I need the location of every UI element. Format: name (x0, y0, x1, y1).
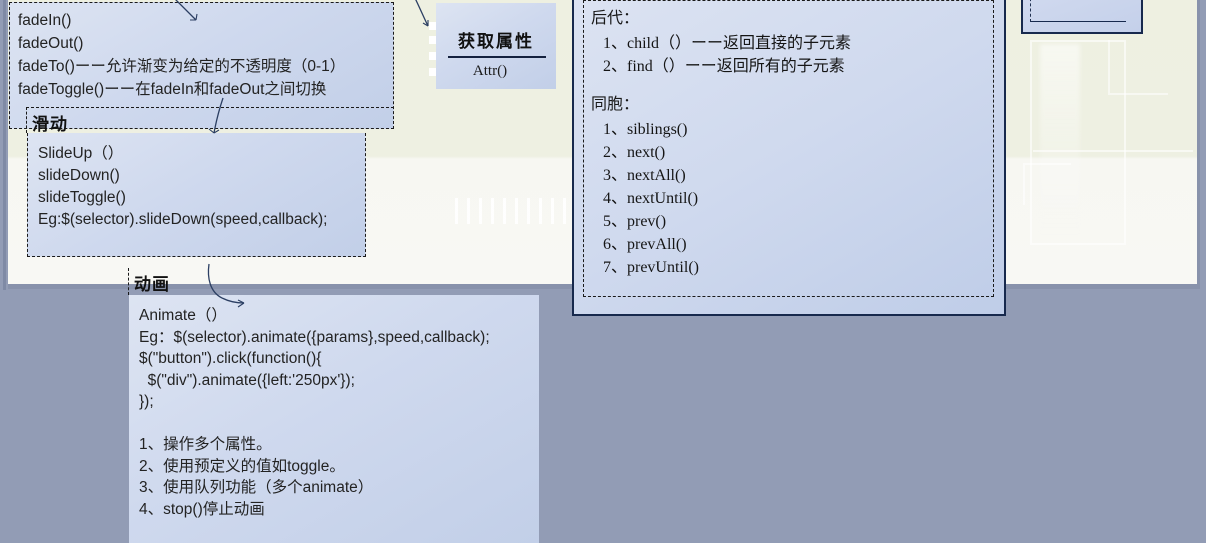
descendant-item-1: 1、child（）ーー返回直接的子元素 (603, 35, 851, 52)
anim-line-8: 2、使用预定义的值如toggle。 (139, 457, 345, 475)
slide-left-edge (0, 0, 8, 290)
dom-box-spacer (591, 78, 851, 92)
slide-line-3: slideToggle() (38, 189, 126, 206)
sibling-item-1: 1、siblings() (603, 121, 688, 138)
slide-effects-textbox[interactable]: SlideUp（） slideDown() slideToggle() Eg:$… (27, 133, 366, 257)
animation-section-heading-box[interactable]: 动画 (128, 268, 538, 295)
watermark-step-bottom (1023, 163, 1071, 205)
small-blue-shape[interactable] (1021, 0, 1143, 34)
siblings-label: 同胞： (591, 96, 640, 113)
watermark-step-top (1108, 40, 1168, 95)
slide-line-4: Eg:$(selector).slideDown(speed,callback)… (38, 211, 328, 228)
anim-line-6 (139, 413, 539, 435)
watermark-line (1033, 150, 1193, 152)
attr-box-subtitle: Attr() (472, 63, 508, 79)
fade-line-3: fadeTo()ーー允许渐变为给定的不透明度（0-1） (18, 58, 346, 75)
fade-line-4: fadeToggle()ーー在fadeIn和fadeOut之间切换 (18, 81, 327, 98)
watermark-glow (1040, 44, 1080, 234)
attr-box-title: 获取属性 (458, 32, 534, 51)
anim-line-2: Eg：$(selector).animate({params},speed,ca… (139, 328, 490, 346)
sibling-item-2: 2、next() (603, 144, 666, 161)
sibling-item-7: 7、prevUntil() (603, 259, 699, 276)
anim-line-7: 1、操作多个属性。 (139, 436, 272, 453)
sibling-item-4: 4、nextUntil() (603, 190, 699, 207)
small-blue-shape-outline (1030, 0, 1126, 22)
anim-line-9: 3、使用队列功能（多个animate） (139, 479, 374, 496)
anim-line-4: $("div").animate({left:'250px'}); (139, 371, 355, 389)
anim-line-5: }); (139, 393, 154, 410)
sibling-item-3: 3、nextAll() (603, 167, 686, 184)
slide-editor-canvas[interactable]: fadeIn() fadeOut() fadeTo()ーー允许渐变为给定的不透明… (0, 0, 1206, 543)
dom-traversal-box[interactable]: 后代： 1、child（）ーー返回直接的子元素 2、find（）ーー返回所有的子… (572, 0, 1006, 316)
slide-section-title: 滑动 (32, 115, 68, 134)
descendant-item-2: 2、find（）ーー返回所有的子元素 (603, 58, 845, 75)
watermark-bars (455, 198, 585, 224)
attr-box-divider (448, 56, 546, 58)
animation-section-title: 动画 (134, 275, 170, 294)
fade-line-2: fadeOut() (18, 35, 84, 52)
anim-line-3: $("button").click(function(){ (139, 350, 322, 367)
slide-line-1: SlideUp（） (38, 145, 124, 162)
slide-line-2: slideDown() (38, 167, 120, 184)
anim-line-1: Animate（） (139, 307, 227, 324)
sibling-item-5: 5、prev() (603, 213, 667, 230)
fade-line-1: fadeIn() (18, 12, 72, 29)
get-attribute-box[interactable]: 获取属性 Attr() (436, 3, 556, 89)
animation-textbox[interactable]: Animate（） Eg：$(selector).animate({params… (129, 295, 539, 543)
descendants-label: 后代： (591, 10, 640, 27)
anim-line-10: 4、stop()停止动画 (139, 500, 265, 518)
slide-section-heading-box[interactable]: 滑动 (26, 107, 394, 134)
sibling-item-6: 6、prevAll() (603, 236, 687, 253)
